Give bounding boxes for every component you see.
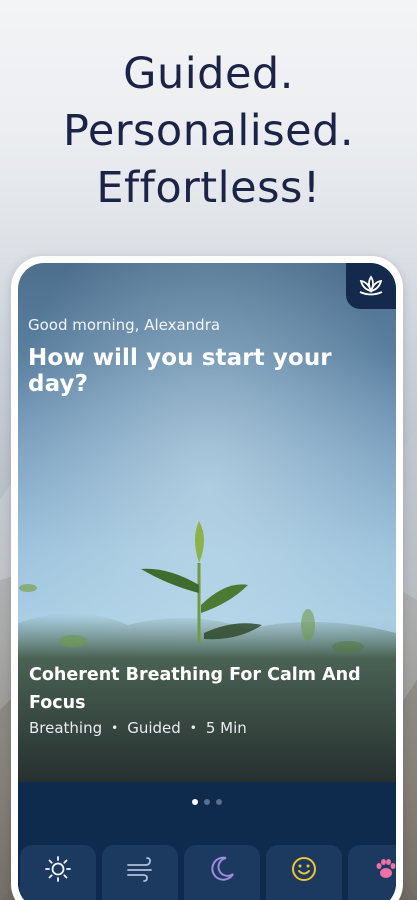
pager-dot[interactable] [204, 799, 210, 805]
smiley-icon [292, 857, 316, 881]
featured-session-title[interactable]: Coherent Breathing For Calm And Focus [29, 661, 379, 717]
carousel-pager [18, 799, 396, 805]
moon-icon [211, 856, 234, 881]
meta-separator: • [189, 721, 197, 735]
category-tabs [18, 845, 396, 900]
session-category: Breathing [29, 719, 103, 737]
paw-icon [376, 859, 396, 878]
headline-line-2: Personalised. [62, 106, 355, 156]
app-screen: Good morning, Alexandra How will you sta… [18, 263, 396, 900]
session-type: Guided [127, 719, 181, 737]
tab-morning[interactable] [20, 845, 96, 900]
pager-dot-active[interactable] [192, 799, 198, 805]
tab-sleep[interactable] [184, 845, 260, 900]
session-duration: 5 Min [205, 719, 247, 737]
greeting-text: Good morning, Alexandra [28, 316, 221, 334]
tab-breathing[interactable] [102, 845, 178, 900]
tab-mood[interactable] [266, 845, 342, 900]
marketing-headline: Guided. Personalised. Effortless! [0, 46, 417, 217]
tab-pets[interactable] [348, 845, 396, 900]
headline-line-3: Effortless! [96, 163, 321, 213]
sun-icon [45, 856, 71, 882]
headline-line-1: Guided. [123, 49, 294, 99]
meta-separator: • [111, 721, 119, 735]
lotus-logo-badge[interactable] [346, 263, 396, 309]
day-question-heading: How will you start your day? [28, 345, 332, 397]
wind-icon [127, 857, 152, 882]
bottom-dock [18, 782, 396, 900]
featured-session-meta: Breathing • Guided • 5 Min [29, 719, 247, 737]
phone-frame: Good morning, Alexandra How will you sta… [11, 256, 403, 900]
pager-dot[interactable] [216, 799, 222, 805]
lotus-icon [359, 275, 383, 296]
